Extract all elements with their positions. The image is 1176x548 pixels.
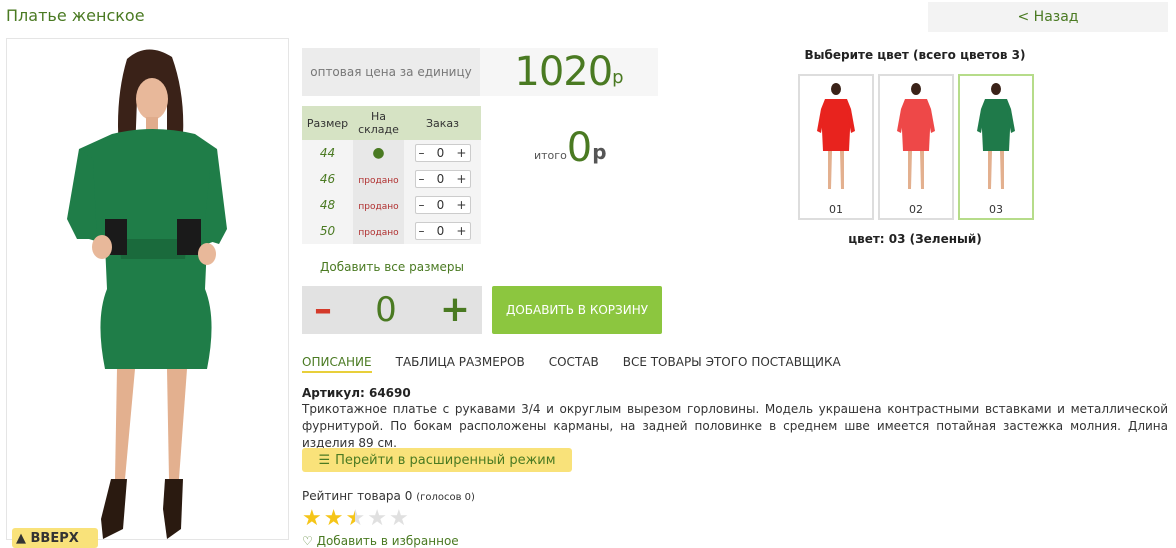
list-icon: ☰ [318, 452, 331, 468]
article-number: Артикул: 64690 [302, 386, 411, 400]
stock-cell: продано [353, 166, 404, 192]
order-header: Заказ [404, 106, 481, 140]
selected-color-label: цвет: 03 (Зеленый) [848, 232, 982, 246]
product-tabs: ОПИСАНИЕ ТАБЛИЦА РАЗМЕРОВ СОСТАВ ВСЕ ТОВ… [302, 355, 841, 373]
order-stepper[interactable]: –0 + [414, 144, 471, 162]
table-row: 50 продано –0 + [302, 218, 481, 244]
add-to-favorites-link[interactable]: ♡ Добавить в избранное [302, 534, 459, 548]
tab-description[interactable]: ОПИСАНИЕ [302, 355, 372, 373]
table-row: 44 ● –0 + [302, 140, 481, 166]
tab-supplier-products[interactable]: ВСЕ ТОВАРЫ ЭТОГО ПОСТАВЩИКА [623, 355, 841, 373]
order-stepper[interactable]: –0 + [414, 170, 471, 188]
minus-icon[interactable]: – [314, 292, 332, 328]
order-stepper[interactable]: –0 + [414, 196, 471, 214]
plus-icon[interactable]: + [456, 146, 466, 160]
star-icon[interactable]: ★ [389, 508, 409, 530]
minus-icon[interactable]: – [419, 224, 425, 238]
stepper-value: 0 [436, 146, 445, 160]
color-code: 02 [909, 203, 923, 216]
stock-cell: ● [353, 140, 404, 166]
coral-dress-thumb [897, 83, 935, 189]
price-box: оптовая цена за единицу 1020 р [302, 48, 658, 96]
stock-cell: продано [353, 192, 404, 218]
dress-model-image [7, 39, 288, 539]
product-rating: Рейтинг товара 0 (голосов 0) [302, 489, 475, 503]
total-currency: р [592, 140, 607, 164]
color-code: 03 [989, 203, 1003, 216]
color-swatch-03[interactable]: 03 [958, 74, 1034, 220]
order-total: итого 0 р [534, 128, 607, 168]
plus-icon[interactable]: + [456, 224, 466, 238]
total-value: 0 [566, 125, 593, 171]
color-picker-header: Выберите цвет (всего цветов 3) [804, 48, 1026, 62]
color-code: 01 [829, 203, 843, 216]
rating-stars[interactable]: ★ ★ ★ ★ ★ [302, 508, 409, 530]
stepper-value: 0 [436, 198, 445, 212]
plus-icon[interactable]: + [440, 292, 470, 328]
scroll-top-button[interactable]: ▲ ВВЕРХ [12, 528, 98, 548]
product-photo[interactable] [6, 38, 289, 540]
favorites-label: Добавить в избранное [316, 534, 459, 548]
star-icon[interactable]: ★ [367, 508, 387, 530]
size-cell: 48 [302, 192, 353, 218]
add-all-sizes-link[interactable]: Добавить все размеры [302, 260, 482, 274]
extended-mode-label: Перейти в расширенный режим [335, 452, 556, 468]
heart-icon: ♡ [302, 534, 313, 548]
page-title: Платье женское [6, 6, 145, 25]
bulk-quantity-value: 0 [375, 290, 397, 330]
add-to-cart-button[interactable]: ДОБАВИТЬ В КОРЗИНУ [492, 286, 662, 334]
plus-icon[interactable]: + [456, 198, 466, 212]
minus-icon[interactable]: – [419, 172, 425, 186]
table-row: 46 продано –0 + [302, 166, 481, 192]
extended-mode-button[interactable]: ☰ Перейти в расширенный режим [302, 448, 572, 472]
order-stepper[interactable]: –0 + [414, 222, 471, 240]
color-swatch-01[interactable]: 01 [798, 74, 874, 220]
color-swatch-02[interactable]: 02 [878, 74, 954, 220]
stock-cell: продано [353, 218, 404, 244]
rating-votes: (голосов 0) [416, 492, 475, 503]
size-cell: 50 [302, 218, 353, 244]
size-cell: 46 [302, 166, 353, 192]
rating-label: Рейтинг товара 0 [302, 489, 413, 503]
tab-composition[interactable]: СОСТАВ [549, 355, 599, 373]
price-currency: р [612, 67, 624, 88]
product-description: Трикотажное платье с рукавами 3/4 и окру… [302, 402, 1168, 450]
stepper-value: 0 [436, 172, 445, 186]
green-dress-thumb [977, 83, 1015, 189]
sold-out-text: продано [358, 201, 399, 212]
plus-icon[interactable]: + [456, 172, 466, 186]
sold-out-text: продано [358, 175, 399, 186]
sold-out-text: продано [358, 227, 399, 238]
price-label: оптовая цена за единицу [302, 48, 480, 96]
stepper-value: 0 [436, 224, 445, 238]
red-dress-thumb [817, 83, 855, 189]
size-table: Размер На складе Заказ 44 ● –0 + 46 прода… [302, 106, 481, 244]
tab-size-chart[interactable]: ТАБЛИЦА РАЗМЕРОВ [396, 355, 525, 373]
back-button[interactable]: < Назад [928, 2, 1168, 32]
in-stock-dot: ● [372, 145, 385, 161]
size-header: Размер [302, 106, 353, 140]
bulk-quantity-stepper[interactable]: – 0 + [302, 286, 482, 334]
total-label: итого [534, 149, 567, 162]
star-icon[interactable]: ★ [345, 508, 365, 530]
table-row: 48 продано –0 + [302, 192, 481, 218]
color-swatches: 01 02 03 [798, 74, 1034, 220]
star-icon[interactable]: ★ [324, 508, 344, 530]
price-value: 1020 р [480, 48, 658, 96]
minus-icon[interactable]: – [419, 198, 425, 212]
stock-header: На складе [353, 106, 404, 140]
price-number: 1020 [514, 49, 613, 95]
minus-icon[interactable]: – [419, 146, 425, 160]
size-cell: 44 [302, 140, 353, 166]
star-icon[interactable]: ★ [302, 508, 322, 530]
